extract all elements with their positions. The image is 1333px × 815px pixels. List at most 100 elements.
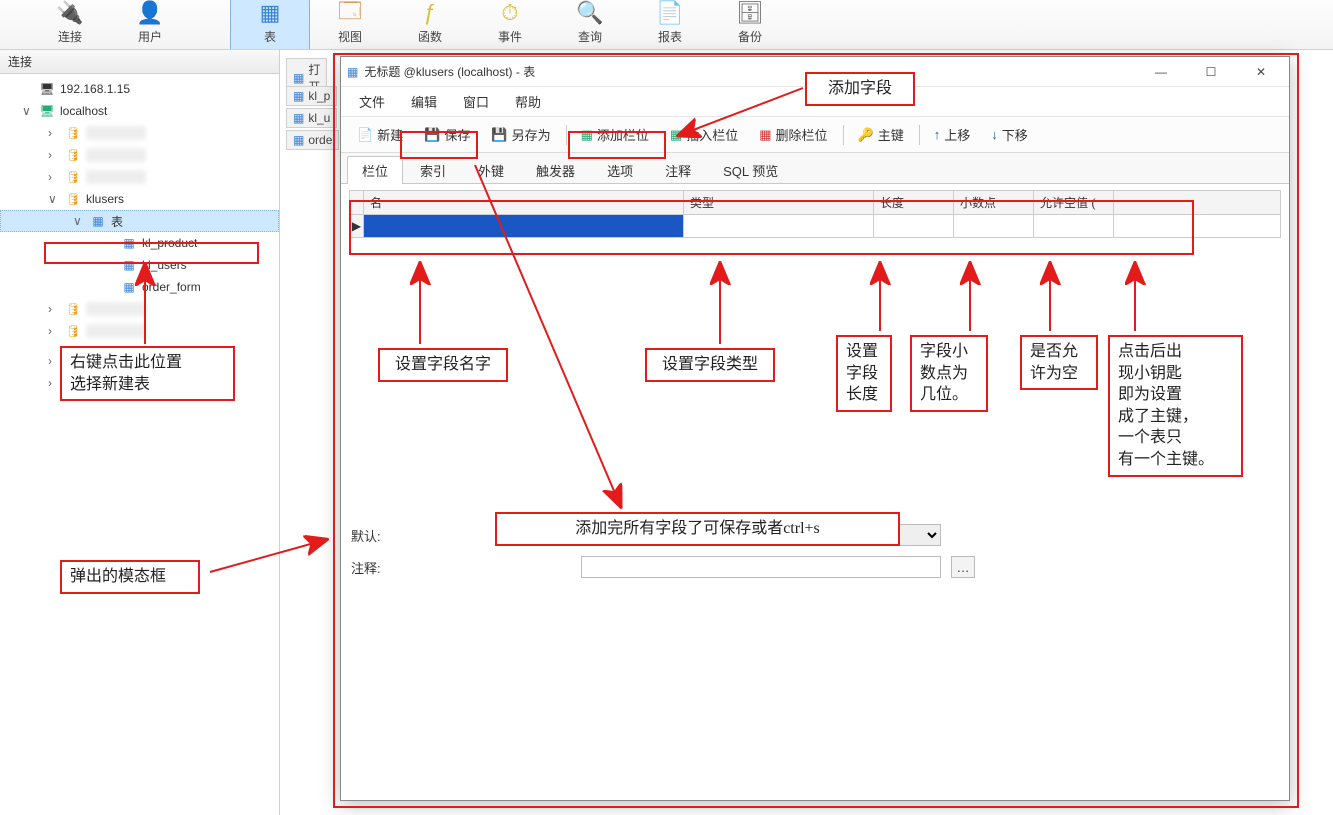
tree-tables-node[interactable]: ∨ ▦ 表 xyxy=(0,210,279,232)
tb-query[interactable]: 🔍 查询 xyxy=(550,0,630,49)
connection-tree: 🖥 192.168.1.15 ∨ 🖥 localhost ›🛢 ›🛢 ›🛢 ∨ … xyxy=(0,74,279,398)
col-name[interactable]: 名 xyxy=(364,191,684,215)
dtab-fields[interactable]: 栏位 xyxy=(347,156,403,184)
dtab-comment[interactable]: 注释 xyxy=(650,156,706,184)
tb-down[interactable]: ↓下移 xyxy=(981,121,1039,148)
menu-file[interactable]: 文件 xyxy=(347,89,397,114)
dtab-index[interactable]: 索引 xyxy=(405,156,461,184)
cell-null[interactable] xyxy=(1034,215,1114,238)
tree-db-blur[interactable]: ›🛢 xyxy=(0,350,279,372)
main-toolbar: 🔌 连接 👤 用户 ▦ 表 🗔 视图 ƒ 函数 ⏱ 事件 🔍 查询 📄 报表 🗄… xyxy=(0,0,1333,50)
tree-db-klusers[interactable]: ∨ 🛢 klusers xyxy=(0,188,279,210)
cell-len[interactable] xyxy=(874,215,954,238)
tb-pk[interactable]: 🔑主键 xyxy=(848,121,915,148)
tb-table[interactable]: ▦ 表 xyxy=(230,0,310,49)
chevron-down-icon: ∨ xyxy=(22,104,34,118)
maximize-button[interactable]: ☐ xyxy=(1189,58,1233,86)
tree-db-blur[interactable]: ›🛢 xyxy=(0,122,279,144)
label-default: 默认: xyxy=(351,526,571,545)
window-title: 无标题 @klusers (localhost) - 表 xyxy=(364,63,1133,80)
row-handle[interactable]: ▶ xyxy=(350,215,364,238)
tree-localhost[interactable]: ∨ 🖥 localhost xyxy=(0,100,279,122)
dtab-options[interactable]: 选项 xyxy=(592,156,648,184)
close-button[interactable]: ✕ xyxy=(1239,58,1283,86)
tb-connect[interactable]: 🔌 连接 xyxy=(30,0,110,49)
dtab-fk[interactable]: 外键 xyxy=(463,156,519,184)
tree-table-item[interactable]: ▦order_form xyxy=(0,276,279,298)
cell-type[interactable] xyxy=(684,215,874,238)
tb-connect-label: 连接 xyxy=(58,28,82,45)
arrow-up-icon: ↑ xyxy=(934,127,941,142)
bg-tab[interactable]: ▦kl_u xyxy=(286,108,337,128)
tree-localhost-label: localhost xyxy=(60,104,107,118)
backup-icon: 🗄 xyxy=(734,0,766,26)
bg-tab-label: kl_p xyxy=(308,89,330,103)
col-type[interactable]: 类型 xyxy=(684,191,874,215)
field-grid[interactable]: 名 类型 长度 小数点 允许空值 ( ▶ xyxy=(349,190,1281,238)
col-len[interactable]: 长度 xyxy=(874,191,954,215)
bg-tab[interactable]: ▦kl_p xyxy=(286,86,337,106)
tree-db-blur[interactable]: ›🛢 xyxy=(0,298,279,320)
tb-backup[interactable]: 🗄 备份 xyxy=(710,0,790,49)
tree-table-item[interactable]: ▦kl_product xyxy=(0,232,279,254)
table-designer-window: ▦ 无标题 @klusers (localhost) - 表 — ☐ ✕ 文件 … xyxy=(340,56,1290,801)
tb-up[interactable]: ↑上移 xyxy=(924,121,982,148)
tb-addcol[interactable]: ▦添加栏位 xyxy=(571,121,660,148)
tb-save[interactable]: 💾保存 xyxy=(414,121,481,148)
designer-toolbar: 📄新建 💾保存 💾另存为 ▦添加栏位 ▦插入栏位 ▦删除栏位 🔑主键 ↑上移 ↓… xyxy=(341,117,1289,153)
menu-edit[interactable]: 编辑 xyxy=(399,89,449,114)
tree-table-item[interactable]: ▦kl_users xyxy=(0,254,279,276)
report-icon: 📄 xyxy=(654,0,686,26)
field-row[interactable]: ▶ xyxy=(350,215,1281,238)
tree-tables-label: 表 xyxy=(111,213,123,230)
tree-host[interactable]: 🖥 192.168.1.15 xyxy=(0,78,279,100)
tb-event[interactable]: ⏱ 事件 xyxy=(470,0,550,49)
bg-tab[interactable]: ▦orde xyxy=(286,130,339,150)
tree-db-blur[interactable]: ›🛢 xyxy=(0,166,279,188)
tb-up-label: 上移 xyxy=(944,125,970,144)
tb-view[interactable]: 🗔 视图 xyxy=(310,0,390,49)
minimize-button[interactable]: — xyxy=(1139,58,1183,86)
comment-browse-button[interactable]: … xyxy=(951,556,975,578)
input-comment[interactable] xyxy=(581,556,941,578)
tree-db-blur[interactable]: ›🛢 xyxy=(0,372,279,394)
cell-pk[interactable] xyxy=(1114,215,1281,238)
tb-report-label: 报表 xyxy=(658,28,682,45)
col-null[interactable]: 允许空值 ( xyxy=(1034,191,1114,215)
input-default[interactable] xyxy=(581,524,941,546)
dtab-trigger[interactable]: 触发器 xyxy=(521,156,590,184)
tb-new[interactable]: 📄新建 xyxy=(347,121,414,148)
save-icon: 💾 xyxy=(424,127,440,143)
tb-saveas-label: 另存为 xyxy=(512,125,551,144)
chevron-down-icon: ∨ xyxy=(73,214,85,228)
col-pk[interactable] xyxy=(1114,191,1281,215)
menu-help[interactable]: 帮助 xyxy=(503,89,553,114)
row-handle-header xyxy=(350,191,364,215)
tb-new-label: 新建 xyxy=(377,125,403,144)
tb-save-label: 保存 xyxy=(444,125,470,144)
menu-window[interactable]: 窗口 xyxy=(451,89,501,114)
key-icon: 🔑 xyxy=(858,127,874,143)
cell-dec[interactable] xyxy=(954,215,1034,238)
event-icon: ⏱ xyxy=(494,0,526,26)
dtab-sql[interactable]: SQL 预览 xyxy=(708,156,793,184)
server-icon: 🖥 xyxy=(38,82,56,96)
chevron-down-icon: ∨ xyxy=(48,192,60,206)
cell-name[interactable] xyxy=(364,215,684,238)
menubar: 文件 编辑 窗口 帮助 xyxy=(341,87,1289,117)
tb-table-label: 表 xyxy=(264,28,276,45)
tb-inscol[interactable]: ▦插入栏位 xyxy=(660,121,749,148)
tb-report[interactable]: 📄 报表 xyxy=(630,0,710,49)
sidebar-title: 连接 xyxy=(0,50,279,74)
bg-tab-label: orde xyxy=(308,133,332,147)
tree-db-blur[interactable]: ›🛢 xyxy=(0,144,279,166)
user-icon: 👤 xyxy=(134,0,166,26)
tb-func[interactable]: ƒ 函数 xyxy=(390,0,470,49)
tb-delcol[interactable]: ▦删除栏位 xyxy=(749,121,838,148)
tree-host-label: 192.168.1.15 xyxy=(60,82,130,96)
tb-saveas[interactable]: 💾另存为 xyxy=(481,121,561,148)
tb-user[interactable]: 👤 用户 xyxy=(110,0,190,49)
function-icon: ƒ xyxy=(414,0,446,26)
col-dec[interactable]: 小数点 xyxy=(954,191,1034,215)
tree-db-blur[interactable]: ›🛢 xyxy=(0,320,279,342)
